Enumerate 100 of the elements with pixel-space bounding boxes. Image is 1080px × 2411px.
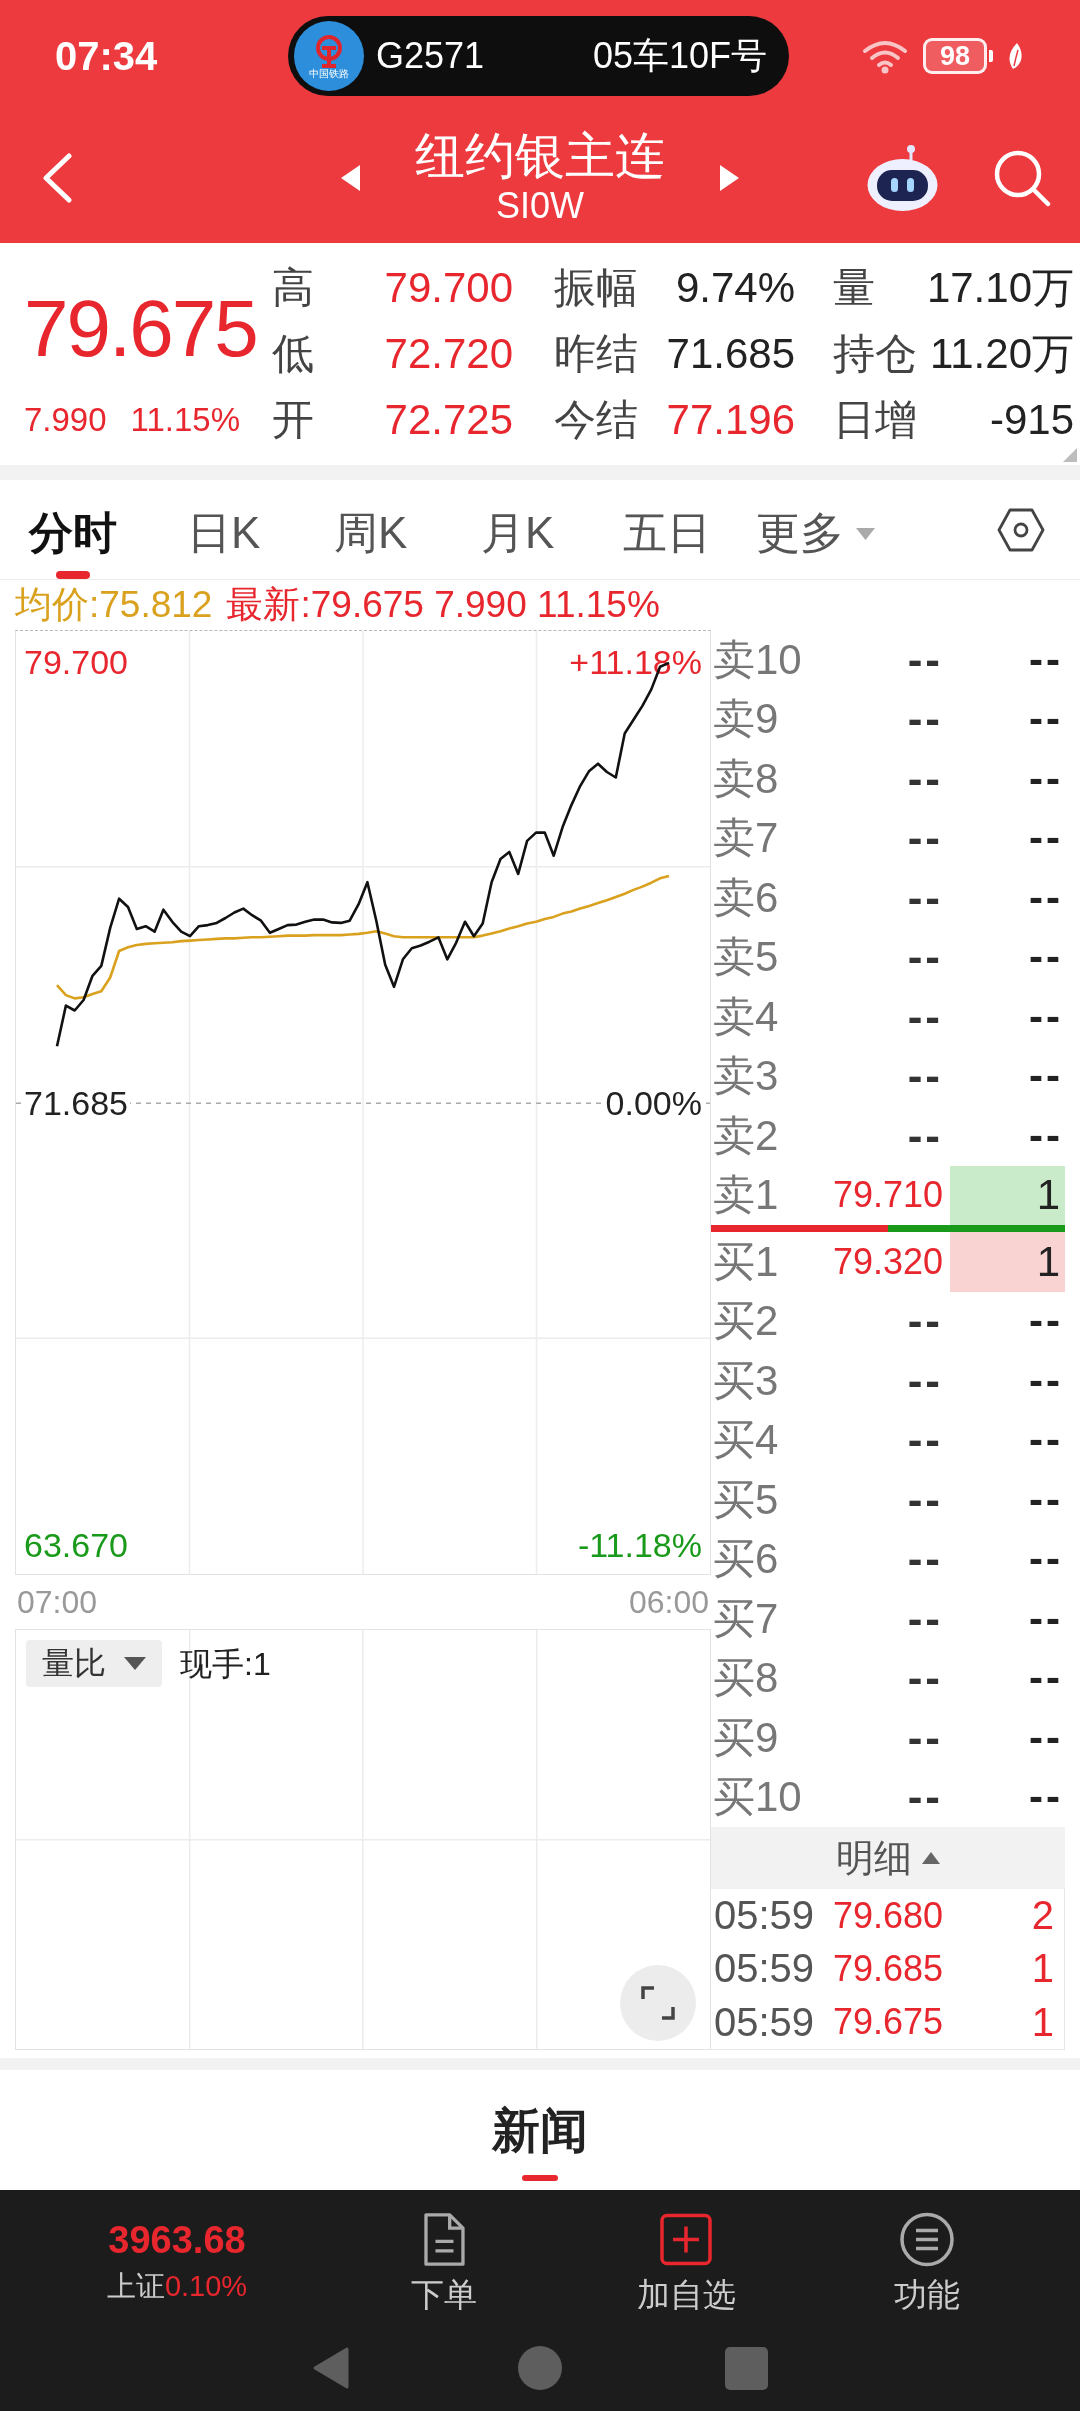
order-level-label: 卖9: [713, 694, 779, 745]
stat-value: 72.720: [384, 330, 513, 378]
period-tab[interactable]: 更多: [756, 480, 875, 579]
period-tab[interactable]: 分时: [29, 480, 117, 579]
order-price: --: [907, 1534, 943, 1585]
back-icon[interactable]: [312, 2346, 350, 2390]
order-price: --: [907, 694, 943, 745]
battery-indicator: 98: [923, 38, 993, 74]
stat-label: 高: [272, 263, 314, 313]
instrument-name: 纽约银主连: [415, 127, 665, 184]
period-tab[interactable]: 月K: [481, 480, 555, 579]
order-level-label: 买6: [713, 1534, 779, 1585]
trade-volume: 1: [1031, 1946, 1054, 1992]
functions-button[interactable]: 功能: [894, 2190, 960, 2321]
home-icon[interactable]: [518, 2346, 562, 2390]
order-level-label: 卖6: [713, 872, 779, 923]
order-volume: --: [1029, 635, 1063, 684]
order-volume: --: [1029, 695, 1063, 744]
percent-change: 11.15%: [130, 401, 241, 439]
train-number: G2571: [376, 35, 485, 77]
order-level-label: 卖8: [713, 753, 779, 804]
settings-icon[interactable]: [997, 507, 1045, 552]
order-price: --: [907, 932, 943, 983]
clock-time: 07:34: [55, 33, 158, 79]
stat-value: -915: [989, 396, 1074, 444]
order-price: --: [907, 1772, 943, 1823]
trade-time: 05:59: [714, 1893, 815, 1939]
period-tab[interactable]: 周K: [334, 480, 408, 579]
order-volume: --: [1029, 1416, 1063, 1465]
right-arrow-icon[interactable]: [720, 164, 739, 191]
order-level-label: 买8: [713, 1653, 779, 1704]
period-tab[interactable]: 五日: [623, 480, 711, 579]
trade-price: 79.680: [832, 1894, 943, 1937]
search-icon[interactable]: [993, 148, 1051, 207]
order-price: 79.320: [832, 1240, 943, 1283]
order-level-label: 卖7: [713, 813, 779, 864]
expand-icon: [641, 1986, 675, 2020]
plus-square-icon: [660, 2212, 712, 2267]
robot-icon[interactable]: [867, 144, 938, 211]
order-level-label: 卖5: [713, 932, 779, 983]
price-change: 7.990: [24, 401, 107, 439]
stat-label: 量: [833, 263, 875, 313]
order-price: --: [907, 1051, 943, 1102]
order-price: --: [907, 1712, 943, 1763]
order-level-label: 卖1: [713, 1170, 779, 1221]
trade-time: 05:59: [714, 1999, 815, 2045]
order-volume: --: [1029, 992, 1063, 1041]
recents-icon[interactable]: [725, 2346, 768, 2390]
order-price: 79.710: [832, 1174, 943, 1217]
order-volume: --: [1029, 1713, 1063, 1762]
order-volume: --: [1029, 1475, 1063, 1524]
order-level-label: 买2: [713, 1296, 779, 1347]
order-button[interactable]: 下单: [411, 2190, 477, 2321]
news-tab[interactable]: 新闻: [492, 2070, 588, 2187]
order-volume: --: [1029, 1773, 1063, 1822]
order-level-label: 买3: [713, 1355, 779, 1406]
index-value: 3963.68: [108, 2219, 246, 2261]
caret-icon: [124, 1657, 146, 1670]
order-volume: --: [1029, 814, 1063, 863]
period-tab[interactable]: 日K: [187, 480, 261, 579]
left-arrow-icon[interactable]: [341, 164, 360, 191]
order-level-label: 买9: [713, 1712, 779, 1763]
order-level-label: 买7: [713, 1593, 779, 1644]
stat-label: 开: [272, 395, 314, 445]
add-watchlist-button[interactable]: 加自选: [636, 2190, 736, 2321]
caret-icon: [856, 527, 875, 540]
order-level-label: 买4: [713, 1415, 779, 1466]
stat-value: 72.725: [384, 396, 513, 444]
order-volume: --: [1029, 1111, 1063, 1160]
order-level-label: 卖10: [713, 634, 802, 685]
detail-toggle[interactable]: 明细: [711, 1827, 1065, 1889]
order-volume: --: [1029, 754, 1063, 803]
indicator-dropdown[interactable]: 量比: [26, 1640, 162, 1687]
index-name: 上证: [106, 2269, 165, 2304]
order-price: --: [907, 1355, 943, 1406]
stat-label: 持仓: [833, 329, 917, 379]
order-price: --: [907, 1415, 943, 1466]
stat-label: 振幅: [554, 263, 638, 313]
order-level-label: 买5: [713, 1474, 779, 1525]
stat-label: 今结: [554, 395, 638, 445]
trade-volume: 2: [1031, 1893, 1054, 1939]
time-axis-label: 07:00: [16, 1585, 98, 1619]
index-change: 0.10%: [164, 2269, 248, 2304]
last-price: 79.675: [24, 284, 257, 374]
order-volume: --: [1029, 1594, 1063, 1643]
order-level-label: 卖2: [713, 1110, 779, 1161]
order-price: --: [907, 991, 943, 1042]
order-price: --: [907, 1110, 943, 1161]
legend-text: 均价:75.812: [15, 583, 213, 627]
menu-lines-icon: [900, 2212, 954, 2267]
order-level-label: 卖4: [713, 991, 779, 1042]
order-volume: --: [1029, 1535, 1063, 1584]
logo-caption: 中国铁路: [309, 67, 349, 79]
back-icon[interactable]: [41, 152, 73, 203]
order-level-label: 卖3: [713, 1051, 779, 1102]
stat-value: 17.10万: [926, 263, 1074, 313]
leaf-icon: [1007, 42, 1025, 70]
current-volume: 现手:1: [180, 1647, 271, 1681]
order-volume: --: [1029, 1052, 1063, 1101]
trade-price: 79.685: [832, 1948, 943, 1990]
